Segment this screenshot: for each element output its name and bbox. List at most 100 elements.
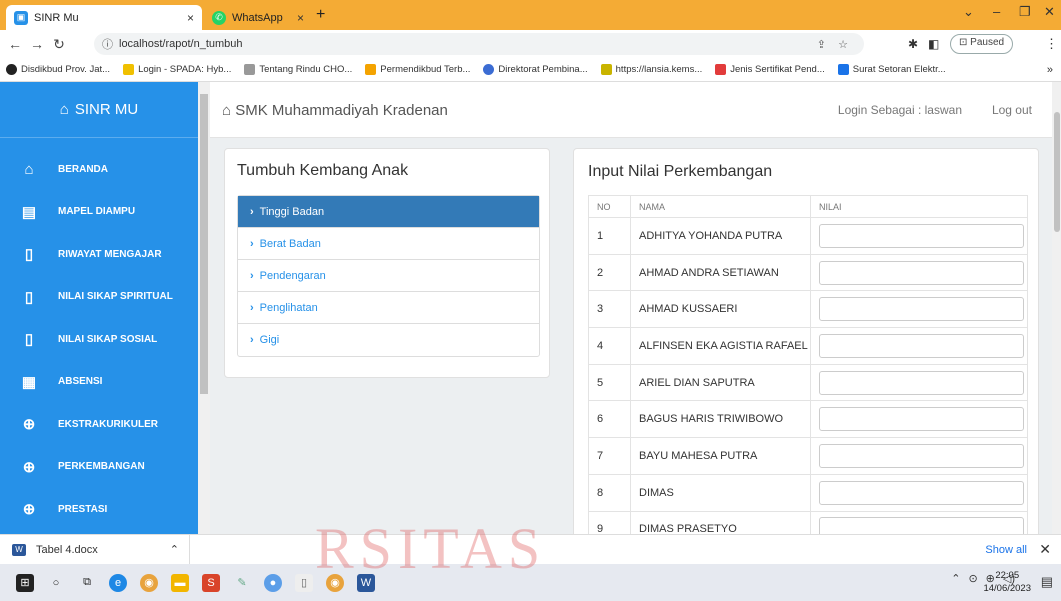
notification-icon[interactable]: ▤	[1041, 574, 1053, 590]
growth-item-pendengaran[interactable]: › Pendengaran	[238, 260, 539, 292]
growth-item-penglihatan[interactable]: › Penglihatan	[238, 292, 539, 324]
logout-link[interactable]: Log out	[992, 103, 1032, 117]
sidebar-item-perkembangan[interactable]: ⊕ PERKEMBANGAN	[0, 446, 198, 489]
url-input[interactable]: ⓘ localhost/rapot/n_tumbuh ☆ ⇪	[94, 33, 864, 55]
back-icon[interactable]: ←	[4, 36, 26, 52]
sidebar-item-ekstrakurikuler[interactable]: ⊕ EKSTRAKURIKULER	[0, 403, 198, 446]
app-icon[interactable]: ●	[264, 573, 282, 592]
task-view-icon[interactable]: ⧉	[78, 574, 96, 592]
school-name: SMK Muhammadiyah Kradenan	[235, 102, 448, 119]
nilai-input[interactable]	[819, 260, 1024, 285]
sidebar-item-riwayat-mengajar[interactable]: ▯ RIWAYAT MENGAJAR	[0, 233, 198, 276]
nilai-input[interactable]	[819, 223, 1024, 248]
page-scrollbar[interactable]	[1052, 82, 1061, 534]
download-item[interactable]: W Tabel 4.docx ⌃	[0, 534, 190, 565]
sidebar-scrollbar[interactable]	[198, 82, 210, 534]
nilai-input[interactable]	[819, 370, 1024, 395]
bookmark-favicon-icon	[123, 64, 135, 75]
growth-item-gigi[interactable]: › Gigi	[238, 324, 539, 356]
forward-icon[interactable]: →	[26, 36, 48, 52]
clipboard-icon: ▤	[21, 203, 37, 221]
page-scroll-thumb[interactable]	[1054, 112, 1060, 232]
sidebar-item-nilai-sikap-spiritual[interactable]: ▯ NILAI SIKAP SPIRITUAL	[0, 276, 198, 319]
row-no: 8	[588, 473, 631, 512]
search-icon[interactable]: ○	[47, 574, 65, 592]
growth-item-label: Pendengaran	[259, 269, 326, 282]
close-download-bar-icon[interactable]: ✕	[1039, 541, 1051, 558]
minimize-icon[interactable]: –	[993, 4, 1000, 19]
reload-icon[interactable]: ↻	[48, 36, 70, 53]
bookmark-label: https://lansia.kems...	[615, 64, 703, 75]
close-tab-icon[interactable]: ×	[187, 11, 194, 25]
student-table: NO NAMA NILAI 1 ADHITYA YOHANDA PUTRA 2 AH…	[588, 195, 1028, 534]
tab-search-icon[interactable]: ⌄	[963, 4, 974, 20]
share-icon[interactable]: ⇪	[817, 38, 826, 51]
bookmark-item[interactable]: Tentang Rindu CHO...	[244, 64, 352, 75]
table-row: 7 BAYU MAHESA PUTRA	[588, 437, 1028, 475]
bookmark-item[interactable]: Direktorat Pembina...	[483, 64, 588, 75]
menu-kebab-icon[interactable]: ⋮	[1045, 36, 1058, 52]
star-icon[interactable]: ☆	[838, 38, 848, 51]
bookmark-item[interactable]: https://lansia.kems...	[600, 64, 703, 75]
chrome-icon[interactable]: ◉	[140, 573, 158, 592]
close-window-icon[interactable]: ✕	[1044, 4, 1055, 20]
file-explorer-icon[interactable]: ▬	[171, 573, 189, 592]
info-icon[interactable]: ⓘ	[102, 36, 113, 52]
bookmarks-overflow-icon[interactable]: »	[1047, 64, 1053, 76]
tray-chevron-up-icon[interactable]: ⌃	[951, 572, 960, 585]
show-all-button[interactable]: Show all	[985, 544, 1027, 556]
sidepanel-icon[interactable]: ◧	[928, 37, 939, 51]
profile-icon: ⊡	[959, 37, 971, 48]
tab-whatsapp[interactable]: ✆ WhatsApp ×	[204, 5, 312, 30]
nilai-input[interactable]	[819, 297, 1024, 322]
close-tab-icon[interactable]: ×	[297, 11, 304, 25]
column-header: NILAI	[810, 195, 1028, 218]
bookmark-item[interactable]: Disdikbud Prov. Jat...	[6, 64, 110, 75]
sidebar-menu: ⌂ BERANDA ▤ MAPEL DIAMPU ▯ RIWAYAT MENGAJAR…	[0, 148, 198, 531]
row-nilai-cell	[810, 400, 1028, 439]
clock[interactable]: 22:05 14/06/2023	[983, 569, 1031, 595]
sidebar-item-label: PRESTASI	[58, 503, 108, 515]
login-info: Login Sebagai : laswan	[837, 103, 962, 117]
paused-profile-button[interactable]: ⊡ Paused	[950, 34, 1014, 54]
graduation-cap-icon: ⌂	[222, 102, 236, 119]
tab-sinr[interactable]: ▣ SINR Mu ×	[6, 5, 202, 30]
edge-icon[interactable]: e	[109, 573, 127, 592]
sidebar-item-prestasi[interactable]: ⊕ PRESTASI	[0, 488, 198, 531]
blank-file-icon[interactable]: ▯	[295, 573, 313, 592]
growth-item-tinggi-badan[interactable]: › Tinggi Badan	[238, 196, 539, 228]
sidebar-scroll-thumb[interactable]	[200, 94, 208, 394]
bookmark-item[interactable]: Login - SPADA: Hyb...	[123, 64, 231, 75]
bookmark-item[interactable]: Surat Setoran Elektr...	[837, 64, 946, 75]
sidebar-item-absensi[interactable]: ▦ ABSENSI	[0, 361, 198, 404]
extensions-icon[interactable]: ✱	[908, 37, 918, 51]
page-content: ⌂ SINR MU ⌂ BERANDA ▤ MAPEL DIAMPU ▯ RIWAYA…	[0, 82, 1061, 534]
ime-icon[interactable]: ⊙	[968, 572, 977, 585]
row-nilai-cell	[810, 290, 1028, 329]
restore-icon[interactable]: ❐	[1019, 4, 1031, 20]
growth-item-berat-badan[interactable]: › Berat Badan	[238, 228, 539, 260]
sidebar-item-mapel-diampu[interactable]: ▤ MAPEL DIAMPU	[0, 191, 198, 234]
row-nilai-cell	[810, 510, 1028, 534]
browser-tab-strip: ▣ SINR Mu × ✆ WhatsApp × + ⌄ – ❐ ✕	[0, 0, 1061, 30]
growth-item-label: Tinggi Badan	[259, 205, 325, 218]
nilai-input[interactable]	[819, 443, 1024, 468]
nilai-input[interactable]	[819, 333, 1024, 358]
basketball-icon: ⊕	[22, 416, 36, 434]
sidebar-item-beranda[interactable]: ⌂ BERANDA	[0, 148, 198, 191]
windows-start-icon[interactable]: ⊞	[16, 573, 34, 592]
bookmark-label: Permendikbud Terb...	[380, 64, 471, 75]
bookmark-item[interactable]: Permendikbud Terb...	[365, 64, 470, 75]
row-nama: BAGUS HARIS TRIWIBOWO	[630, 400, 811, 439]
pen-icon[interactable]: ✎	[233, 574, 251, 592]
bookmark-item[interactable]: Jenis Sertifikat Pend...	[715, 64, 825, 75]
new-tab-button[interactable]: +	[316, 6, 325, 24]
row-nilai-cell	[810, 217, 1028, 255]
sidebar-item-nilai-sikap-sosial[interactable]: ▯ NILAI SIKAP SOSIAL	[0, 318, 198, 361]
sublime-icon[interactable]: S	[202, 573, 220, 592]
nilai-input[interactable]	[819, 407, 1024, 432]
nilai-input[interactable]	[819, 480, 1024, 505]
brand-logo[interactable]: ⌂ SINR MU	[0, 82, 198, 138]
chevron-up-icon[interactable]: ⌃	[170, 543, 179, 556]
nilai-input[interactable]	[819, 517, 1024, 534]
